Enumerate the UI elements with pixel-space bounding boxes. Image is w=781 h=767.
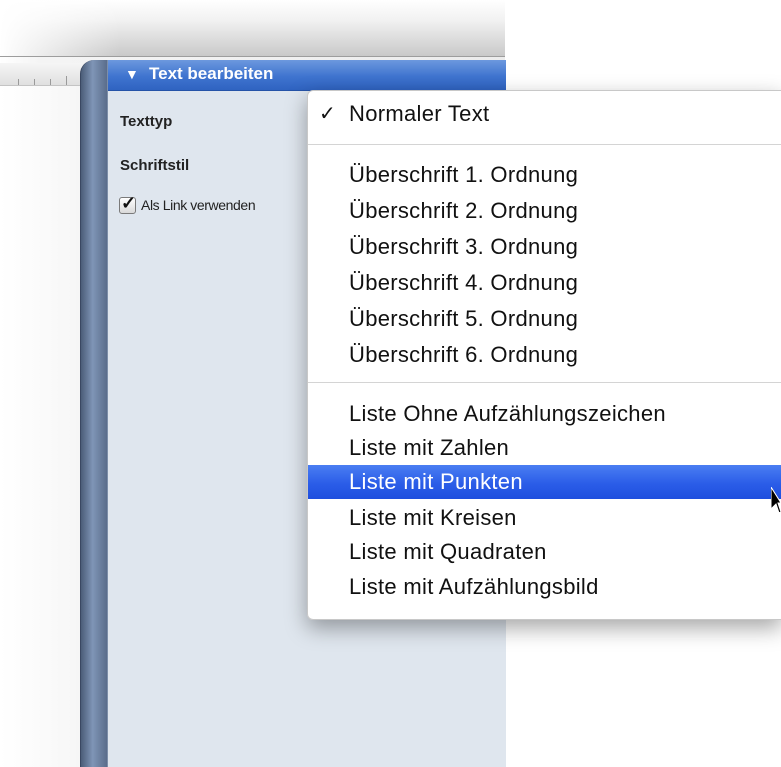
menu-separator (308, 144, 781, 145)
checkmark-icon: ✓ (319, 103, 337, 125)
disclosure-triangle-icon[interactable]: ▼ (125, 66, 139, 82)
schriftstil-label: Schriftstil (120, 157, 190, 174)
link-checkbox[interactable]: ✓ (119, 193, 136, 214)
menu-item-list-numbers[interactable]: Liste mit Zahlen (308, 431, 781, 465)
menu-item-list-none[interactable]: Liste Ohne Aufzählungszeichen (308, 397, 781, 431)
menu-item-list-circles[interactable]: Liste mit Kreisen (308, 501, 781, 535)
document-area (0, 86, 82, 767)
menu-item-list-dots[interactable]: Liste mit Punkten (308, 465, 781, 499)
sidebar-rail (80, 60, 107, 767)
ruler (0, 63, 82, 86)
menu-item-heading-3[interactable]: Überschrift 3. Ordnung (308, 230, 781, 264)
menu-item-normaler-text[interactable]: ✓ Normaler Text (308, 97, 781, 131)
window-titlebar (0, 0, 505, 57)
texttyp-label: Texttyp (120, 113, 173, 130)
menu-separator (308, 382, 781, 383)
menu-item-label: Normaler Text (349, 101, 490, 126)
menu-item-heading-1[interactable]: Überschrift 1. Ordnung (308, 158, 781, 192)
menu-item-heading-5[interactable]: Überschrift 5. Ordnung (308, 302, 781, 336)
mouse-pointer-icon (771, 487, 781, 514)
link-checkbox-label[interactable]: Als Link verwenden (141, 197, 256, 213)
menu-item-list-squares[interactable]: Liste mit Quadraten (308, 535, 781, 569)
texttyp-popup-menu: ✓ Normaler Text Überschrift 1. Ordnung Ü… (307, 90, 781, 620)
panel-title: Text bearbeiten (149, 64, 274, 83)
menu-item-heading-6[interactable]: Überschrift 6. Ordnung (308, 338, 781, 372)
menu-item-heading-2[interactable]: Überschrift 2. Ordnung (308, 194, 781, 228)
menu-item-list-image[interactable]: Liste mit Aufzählungsbild (308, 570, 781, 604)
menu-item-heading-4[interactable]: Überschrift 4. Ordnung (308, 266, 781, 300)
checkbox-checked-icon: ✓ (121, 193, 137, 213)
panel-header-text-bearbeiten[interactable]: ▼ Text bearbeiten (108, 60, 506, 91)
